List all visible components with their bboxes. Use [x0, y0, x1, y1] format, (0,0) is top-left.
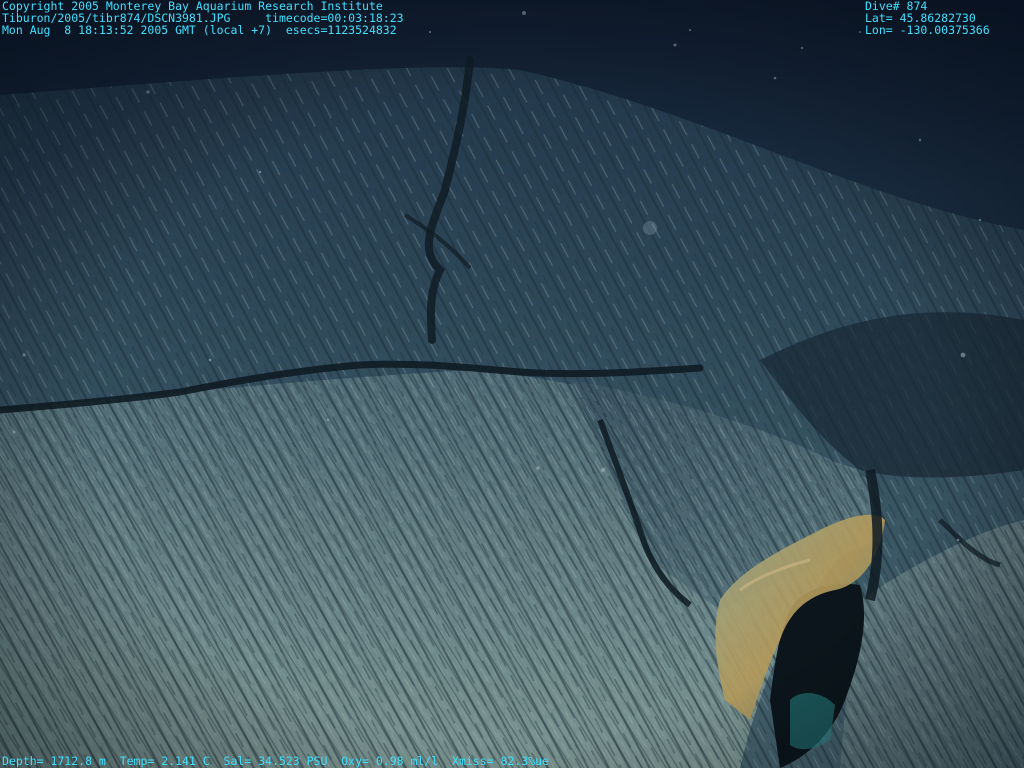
seafloor-photo-frame: Copyright 2005 Monterey Bay Aquarium Res… [0, 0, 1024, 768]
telemetry-footer: Depth= 1712.8 m Temp= 2.141 C Sal= 34.52… [2, 754, 549, 768]
overlay-header-left: Copyright 2005 Monterey Bay Aquarium Res… [2, 0, 404, 36]
seafloor-scene [0, 0, 1024, 768]
datetime-esecs-line: Mon Aug 8 18:13:52 2005 GMT (local +7) e… [2, 23, 397, 37]
longitude-readout: Lon= -130.00375366 [865, 23, 990, 37]
overlay-header-right: Dive# 874 Lat= 45.86282730 Lon= -130.00375… [865, 0, 990, 36]
